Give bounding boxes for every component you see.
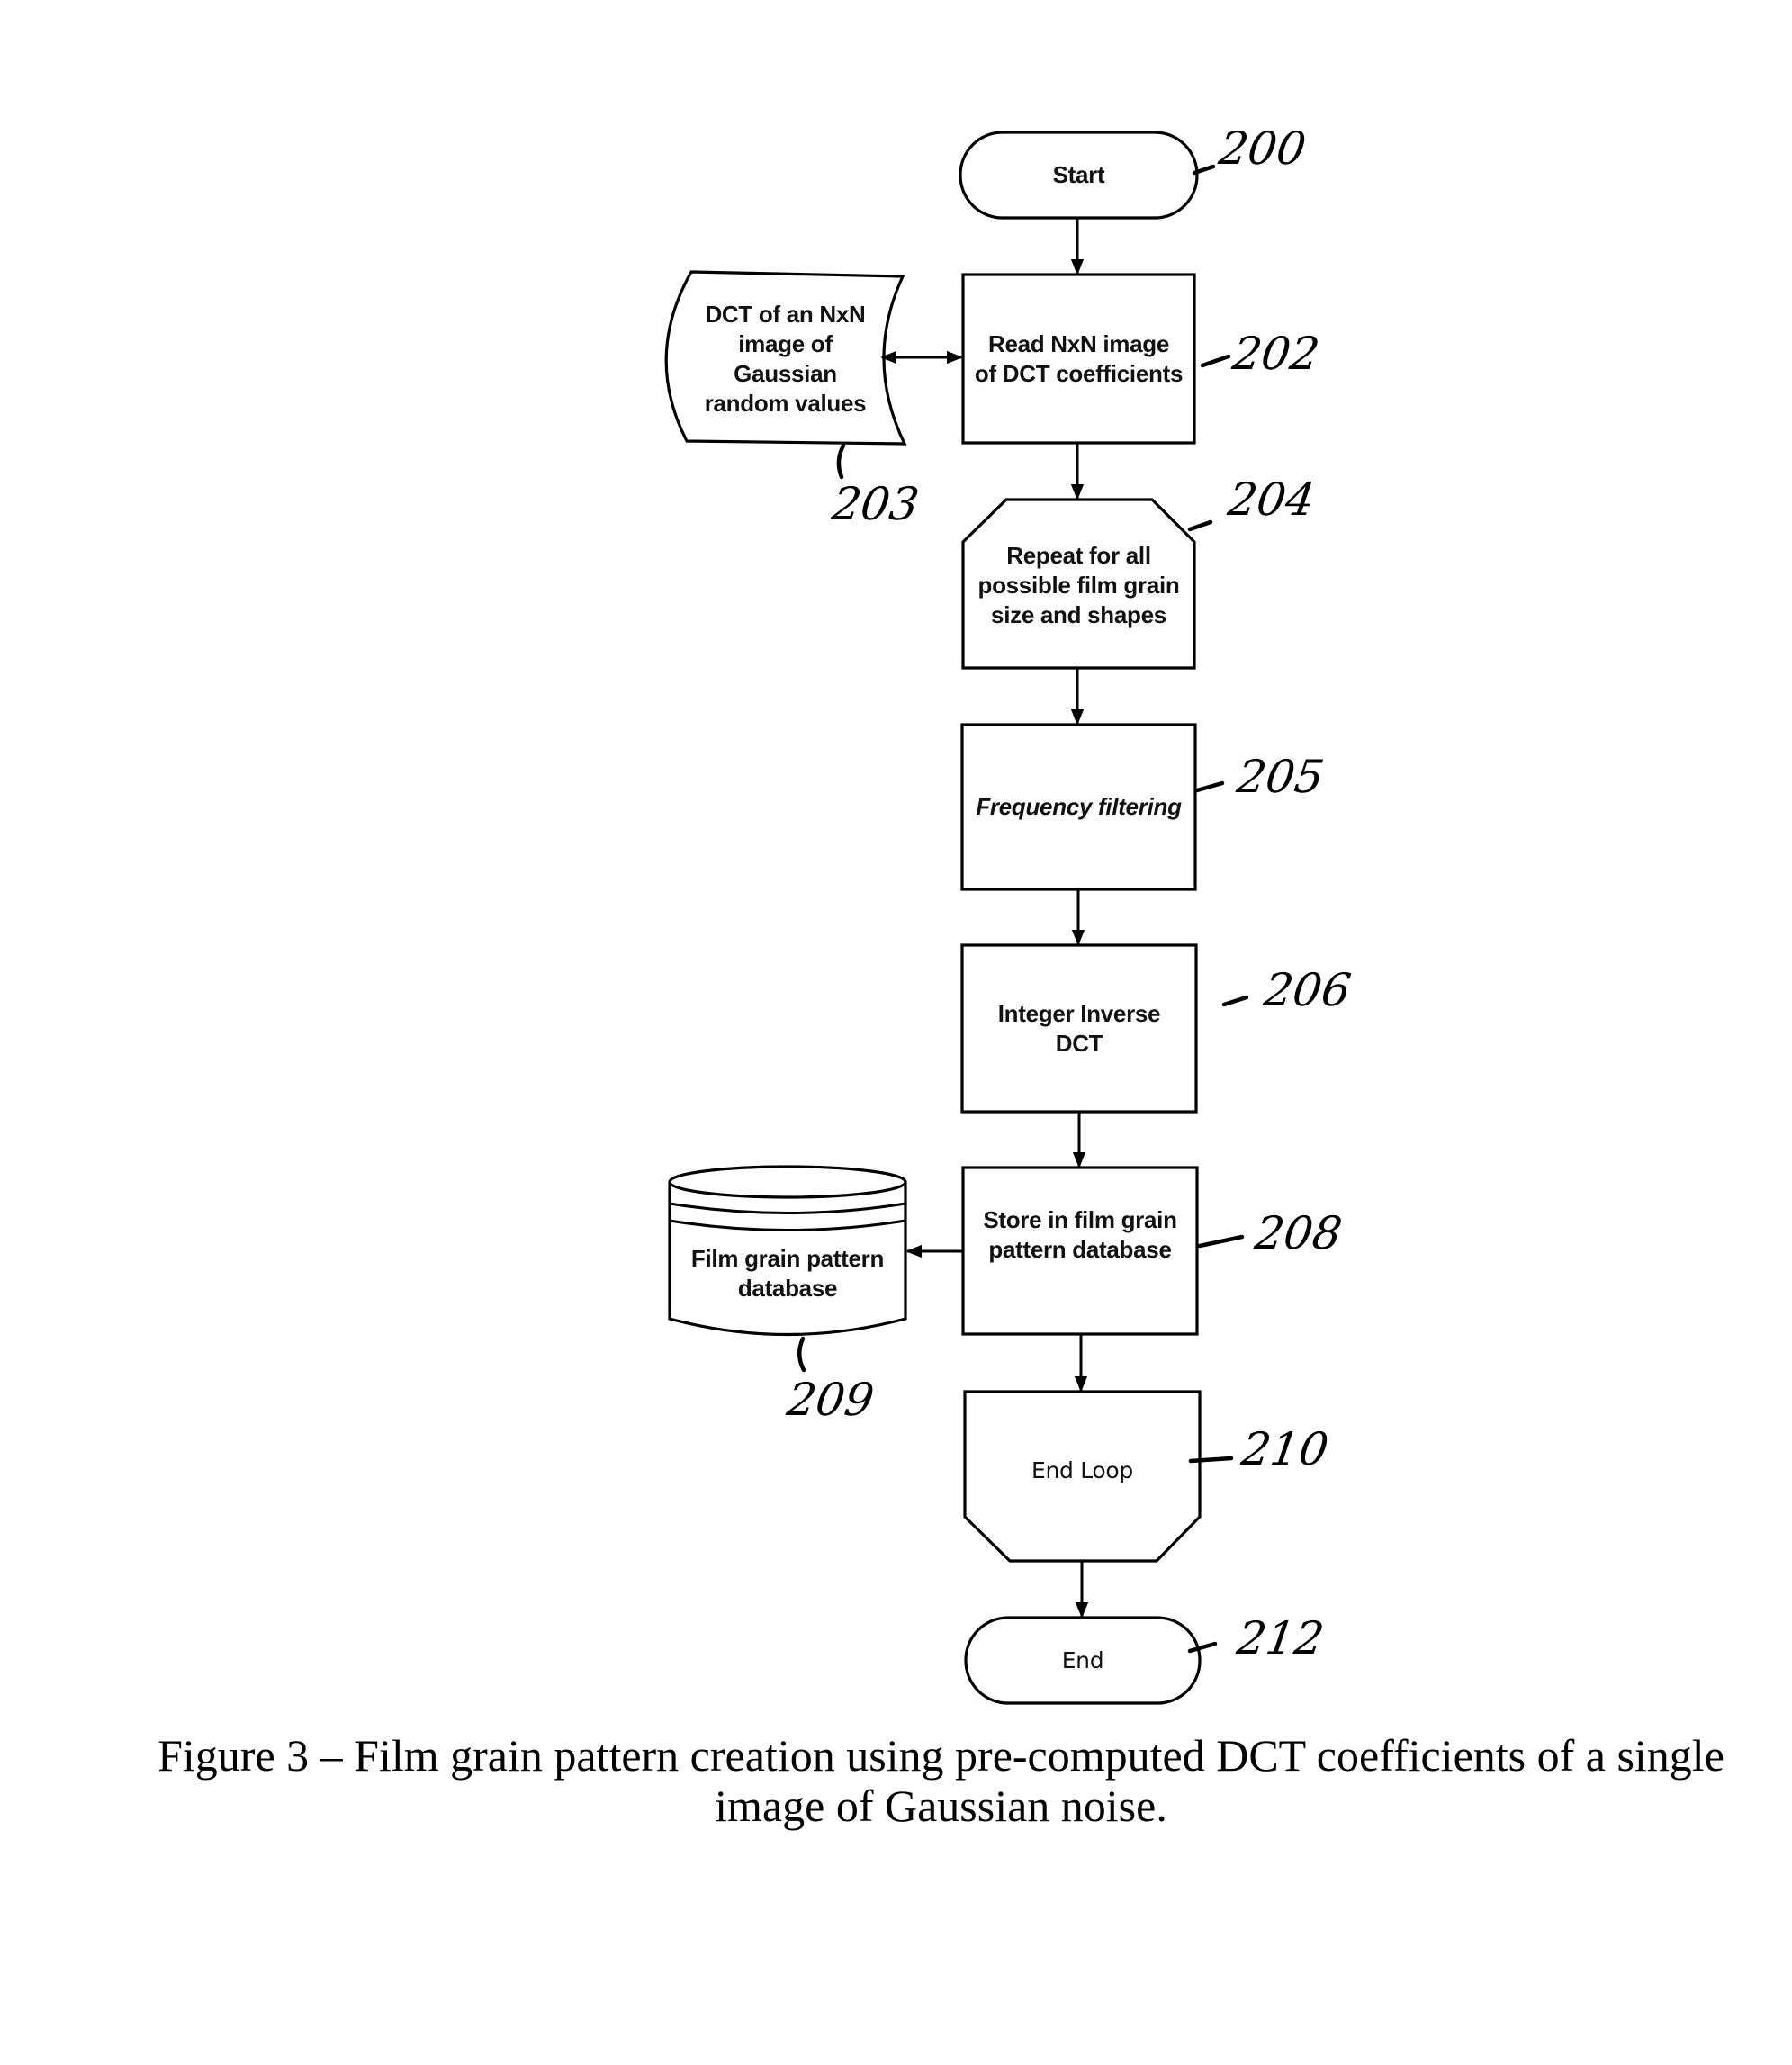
freq-filter-label: Frequency filtering (976, 793, 1182, 820)
ref-number-210: 210 (1238, 1423, 1332, 1475)
ref-number-205: 205 (1233, 751, 1328, 803)
ref-leader-209 (797, 1336, 806, 1373)
end-label: End (1061, 1647, 1104, 1673)
ref-number-200: 200 (1215, 122, 1310, 175)
ref-number-206: 206 (1260, 964, 1355, 1016)
database-label: Film grain pattern database (690, 1245, 885, 1302)
ref-number-208: 208 (1251, 1207, 1346, 1259)
ref-leader-208 (1197, 1234, 1245, 1249)
dct-source-label: DCT of an NxN image of Gaussian random v… (704, 301, 867, 417)
figure-caption-line-2: image of Gaussian noise. (715, 1781, 1167, 1831)
ref-leader-203 (836, 443, 846, 480)
figure-caption: Figure 3 – Film grain pattern creation u… (90, 1730, 1792, 1831)
ref-number-203: 203 (828, 478, 923, 530)
loop-end-label: End Loop (1031, 1457, 1133, 1483)
ref-number-209: 209 (783, 1374, 878, 1426)
inverse-dct-label: Integer Inverse DCT (997, 999, 1161, 1057)
read-dct-label: Read NxN image of DCT coefficients (974, 329, 1184, 387)
start-label: Start (1052, 161, 1105, 188)
ref-number-212: 212 (1233, 1612, 1328, 1664)
ref-leader-206 (1221, 995, 1249, 1007)
store-label: Store in film grain pattern database (983, 1206, 1177, 1263)
ref-leader-205 (1194, 780, 1225, 793)
ref-number-202: 202 (1229, 328, 1323, 380)
ref-number-204: 204 (1224, 473, 1319, 526)
ref-leader-202 (1200, 354, 1231, 368)
loop-start-label: Repeat for all possible film grain size … (977, 541, 1180, 628)
figure-caption-line-1: Figure 3 – Film grain pattern creation u… (158, 1730, 1724, 1781)
